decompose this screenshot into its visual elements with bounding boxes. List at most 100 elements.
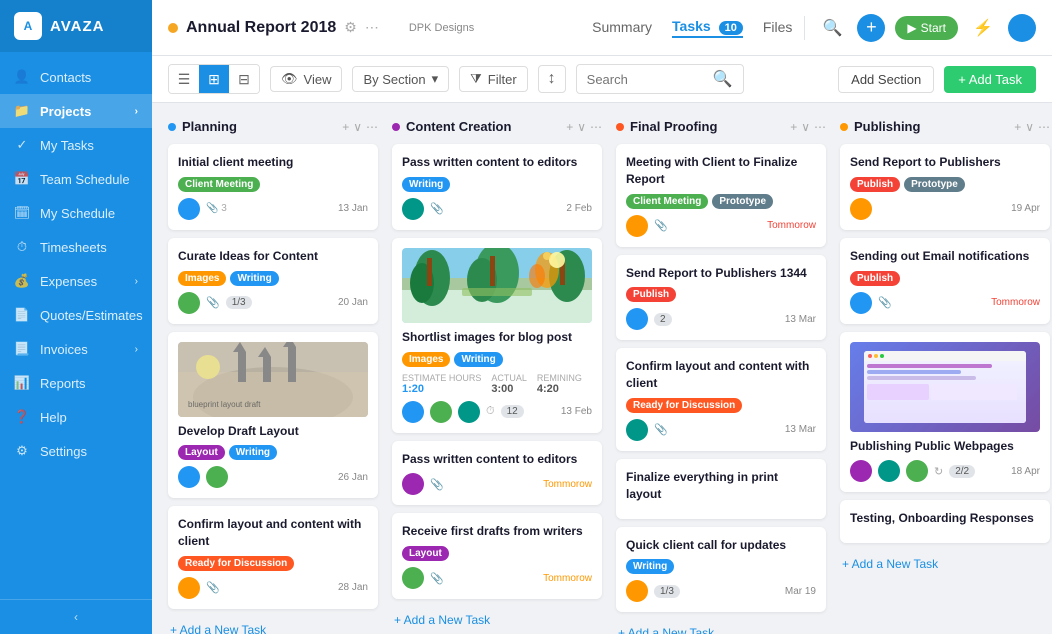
sidebar-collapse-button[interactable]: ‹ — [0, 599, 152, 634]
col-add-icon-content[interactable]: + — [566, 120, 573, 134]
card-tags-c1: Client Meeting — [178, 177, 368, 192]
col-menu-planning: + ∨ ⋯ — [342, 120, 378, 134]
col-chevron-down-icon-planning[interactable]: ∨ — [353, 120, 362, 134]
sidebar-item-quotes[interactable]: 📄 Quotes/Estimates — [0, 298, 152, 332]
add-task-row-content[interactable]: + Add a New Task — [392, 607, 602, 633]
card-fp4[interactable]: Finalize everything in print layout — [616, 459, 826, 519]
col-chevron-down-icon-content[interactable]: ∨ — [577, 120, 586, 134]
card-cc4[interactable]: Receive first drafts from writersLayout📎… — [392, 513, 602, 599]
card-pb4[interactable]: Testing, Onboarding Responses — [840, 500, 1050, 543]
lightning-icon-button[interactable]: ⚡ — [968, 13, 998, 43]
add-task-button[interactable]: + Add Task — [944, 66, 1036, 93]
tag-prototype: Prototype — [712, 194, 773, 209]
card-date-fp2: 13 Mar — [785, 314, 816, 325]
settings-icon: ⚙ — [14, 443, 30, 459]
sort-icon: ↕ — [548, 70, 556, 88]
sidebar-item-help[interactable]: ❓ Help — [0, 400, 152, 434]
sidebar-item-projects[interactable]: 📁 Projects › — [0, 94, 152, 128]
col-add-icon-proofing[interactable]: + — [790, 120, 797, 134]
add-button[interactable]: + — [857, 14, 885, 42]
sidebar-item-expenses[interactable]: 💰 Expenses › — [0, 264, 152, 298]
col-chevron-down-icon-proofing[interactable]: ∨ — [801, 120, 810, 134]
col-dot-publishing — [840, 123, 848, 131]
nav-tasks[interactable]: Tasks 10 — [672, 18, 743, 38]
add-section-button[interactable]: Add Section — [838, 66, 934, 93]
attachment-icon: 📎 — [430, 478, 444, 491]
add-task-row-proofing[interactable]: + Add a New Task — [616, 620, 826, 634]
refresh-icon: ↻ — [934, 465, 943, 478]
sidebar-item-reports[interactable]: 📊 Reports — [0, 366, 152, 400]
card-c2[interactable]: Curate Ideas for ContentImagesWriting📎1/… — [168, 238, 378, 324]
card-pb3[interactable]: Publishing Public Webpages↻2/218 Apr — [840, 332, 1050, 493]
sidebar-item-timesheets[interactable]: ⏱ Timesheets — [0, 230, 152, 264]
contacts-icon: 👤 — [14, 69, 30, 85]
section-selector[interactable]: By Section ▾ — [352, 66, 449, 92]
remaining-item: REMINING 4:20 — [537, 373, 582, 395]
sidebar: A AVAZA 👤 Contacts 📁 Projects › ✓ My Tas… — [0, 0, 152, 634]
col-more-icon-content[interactable]: ⋯ — [590, 120, 602, 134]
search-input[interactable] — [587, 72, 707, 87]
col-more-icon-publishing[interactable]: ⋯ — [1038, 120, 1050, 134]
sidebar-item-my-tasks[interactable]: ✓ My Tasks — [0, 128, 152, 162]
card-footer-pb2: 📎Tommorow — [850, 292, 1040, 314]
card-screenshot-pb3 — [850, 342, 1040, 432]
card-title-cc2: Shortlist images for blog post — [402, 329, 592, 346]
card-image-c3: blueprint layout draft — [178, 342, 368, 417]
svg-text:blueprint layout draft: blueprint layout draft — [188, 400, 261, 409]
card-avatar-c2 — [178, 292, 200, 314]
board-view-button[interactable]: ⊞ — [199, 65, 229, 93]
view-selector[interactable]: 👁 View — [270, 66, 342, 92]
card-title-fp5: Quick client call for updates — [626, 537, 816, 554]
topbar-actions: 🔍 + ▶ Start ⚡ — [817, 13, 1036, 43]
card-c4[interactable]: Confirm layout and content with clientRe… — [168, 506, 378, 609]
grid-view-button[interactable]: ⊟ — [229, 65, 259, 93]
col-add-icon-publishing[interactable]: + — [1014, 120, 1021, 134]
card-fp1[interactable]: Meeting with Client to Finalize ReportCl… — [616, 144, 826, 247]
sidebar-item-contacts[interactable]: 👤 Contacts — [0, 60, 152, 94]
card-date-pb1: 19 Apr — [1011, 203, 1040, 214]
card-pb1[interactable]: Send Report to PublishersPublishPrototyp… — [840, 144, 1050, 230]
user-avatar[interactable] — [1008, 14, 1036, 42]
card-avatar-cc4 — [402, 567, 424, 589]
card-avatar-c4 — [178, 577, 200, 599]
tag-ready: Ready for Discussion — [626, 398, 742, 413]
sidebar-label-team-schedule: Team Schedule — [40, 172, 130, 187]
sort-button[interactable]: ↕ — [538, 65, 566, 93]
more-options-icon[interactable]: ⋯ — [365, 19, 379, 36]
list-view-button[interactable]: ☰ — [169, 65, 199, 93]
col-more-icon-proofing[interactable]: ⋯ — [814, 120, 826, 134]
nav-summary[interactable]: Summary — [592, 19, 652, 37]
column-title-bar-proofing: Final Proofing — [616, 119, 784, 134]
start-button[interactable]: ▶ Start — [895, 16, 958, 40]
col-menu-publishing: + ∨ ⋯ — [1014, 120, 1050, 134]
card-fp5[interactable]: Quick client call for updatesWriting1/3M… — [616, 527, 826, 613]
card-c1[interactable]: Initial client meetingClient Meeting📎 31… — [168, 144, 378, 230]
card-cc3[interactable]: Pass written content to editors📎Tommorow — [392, 441, 602, 506]
sidebar-logo[interactable]: A AVAZA — [0, 0, 152, 52]
col-chevron-down-icon-publishing[interactable]: ∨ — [1025, 120, 1034, 134]
card-cc1[interactable]: Pass written content to editorsWriting📎2… — [392, 144, 602, 230]
card-date-cc2: 13 Feb — [561, 406, 592, 417]
card-date-fp1: Tommorow — [767, 220, 816, 231]
col-add-icon-planning[interactable]: + — [342, 120, 349, 134]
card-cc2[interactable]: Shortlist images for blog postImagesWrit… — [392, 238, 602, 433]
card-tags-cc4: Layout — [402, 546, 592, 561]
gear-icon[interactable]: ⚙ — [344, 19, 357, 36]
add-task-row-publishing[interactable]: + Add a New Task — [840, 551, 1050, 577]
card-date-cc4: Tommorow — [543, 573, 592, 584]
sidebar-item-my-schedule[interactable]: 🗓 My Schedule — [0, 196, 152, 230]
card-avatarlist-cc2-1 — [430, 401, 452, 423]
card-avatar-c3 — [178, 466, 200, 488]
sidebar-item-team-schedule[interactable]: 📅 Team Schedule — [0, 162, 152, 196]
add-task-row-planning[interactable]: + Add a New Task — [168, 617, 378, 634]
sidebar-item-invoices[interactable]: 📃 Invoices › — [0, 332, 152, 366]
card-fp2[interactable]: Send Report to Publishers 1344Publish213… — [616, 255, 826, 341]
sidebar-item-settings[interactable]: ⚙ Settings — [0, 434, 152, 468]
filter-button[interactable]: ⧩ Filter — [459, 66, 528, 92]
col-more-icon-planning[interactable]: ⋯ — [366, 120, 378, 134]
search-button[interactable]: 🔍 — [817, 13, 847, 43]
card-pb2[interactable]: Sending out Email notificationsPublish📎T… — [840, 238, 1050, 324]
nav-files[interactable]: Files — [763, 19, 793, 37]
card-c3[interactable]: blueprint layout draft Develop Draft Lay… — [168, 332, 378, 499]
card-fp3[interactable]: Confirm layout and content with clientRe… — [616, 348, 826, 451]
